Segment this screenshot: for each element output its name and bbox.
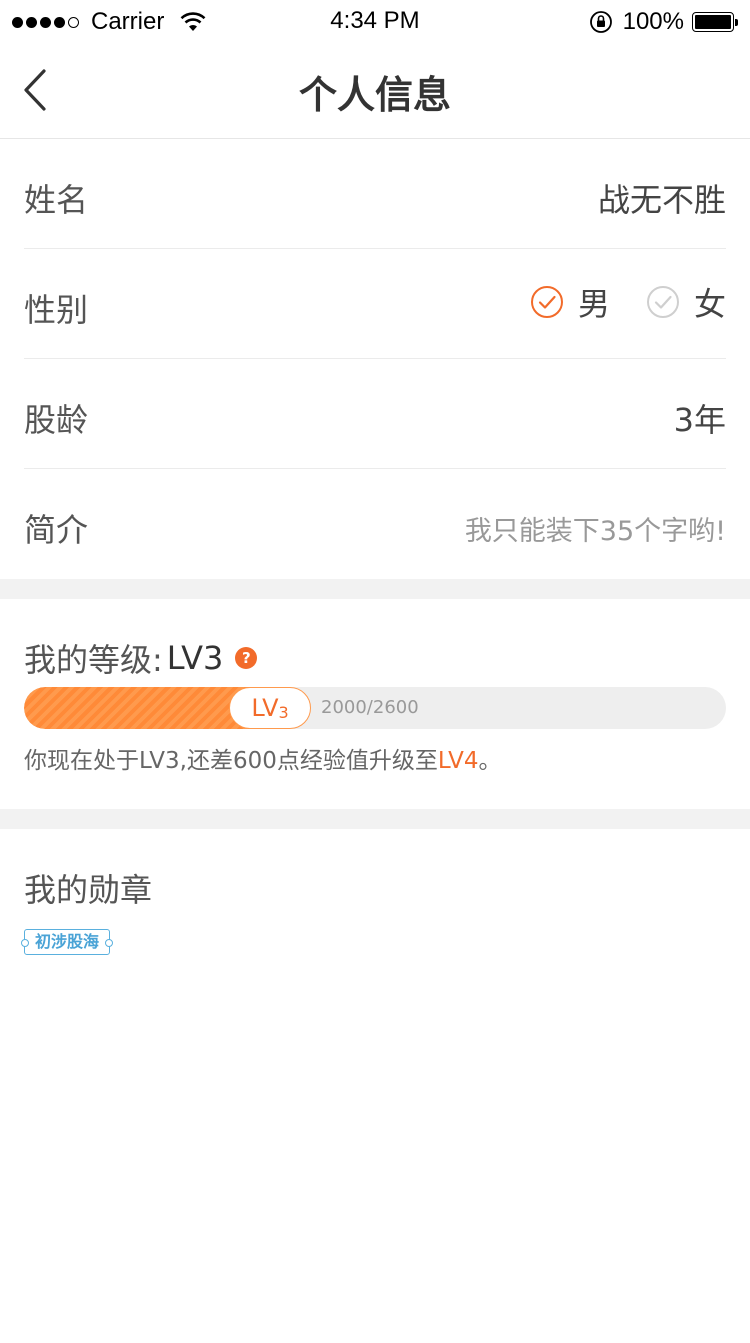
gender-row: 性别 男 女 [24,249,726,359]
bio-input[interactable]: 我只能装下35个字哟! [465,509,726,548]
level-progress-bar: LV 3 2000/2600 [24,687,726,729]
gender-label: 性别 [24,291,89,329]
stock-age-value: 3年 [673,401,726,439]
gender-male-label: 男 [577,285,610,323]
nav-bar: 个人信息 [0,44,750,139]
rotation-lock-icon [589,11,612,33]
status-bar: Carrier 4:34 PM 100% [0,0,750,44]
name-row[interactable]: 姓名 战无不胜 [24,139,726,249]
gender-female-label: 女 [693,285,726,323]
name-label: 姓名 [24,181,89,219]
page-title: 个人信息 [298,73,451,117]
check-circle-selected-icon [530,286,563,318]
stock-age-row[interactable]: 股龄 3年 [24,359,726,469]
check-circle-unselected-icon [646,286,679,318]
stock-age-label: 股龄 [24,401,89,439]
current-level: LV3 [166,639,224,677]
level-desc-suffix: 。 [478,748,502,774]
profile-list: 姓名 战无不胜 性别 男 女 股龄 3年 简介 我只能装下35个字哟! [0,139,750,579]
bio-label: 简介 [24,511,89,549]
level-badge-number: 3 [278,702,289,722]
level-section: 我的等级: LV3 ? LV 3 2000/2600 你现在处于LV3,还差600… [0,599,750,809]
section-divider [0,809,750,829]
level-desc-text: 你现在处于LV3,还差600点经验值升级至 [24,748,438,774]
gender-option-male[interactable]: 男 [530,279,610,325]
status-right: 100% [589,8,738,36]
battery-icon [692,11,738,33]
section-divider [0,579,750,599]
level-title: 我的等级: LV3 ? [24,635,258,681]
level-progress-text: 2000/2600 [321,697,419,718]
gender-option-female[interactable]: 女 [646,279,726,325]
battery-percent: 100% [622,8,684,35]
level-description: 你现在处于LV3,还差600点经验值升级至LV4。 [24,741,502,775]
next-level: LV4 [437,748,479,774]
level-title-label: 我的等级: [24,641,163,679]
medals-title: 我的勋章 [24,871,153,909]
medal-badge[interactable]: 初涉股海 [20,929,114,955]
gender-selector: 男 女 [530,279,726,325]
level-badge: LV 3 [229,687,311,729]
level-badge-lv: LV [251,694,279,722]
help-icon[interactable]: ? [235,647,258,669]
bio-row[interactable]: 简介 我只能装下35个字哟! [24,469,726,579]
name-value: 战无不胜 [597,181,726,219]
